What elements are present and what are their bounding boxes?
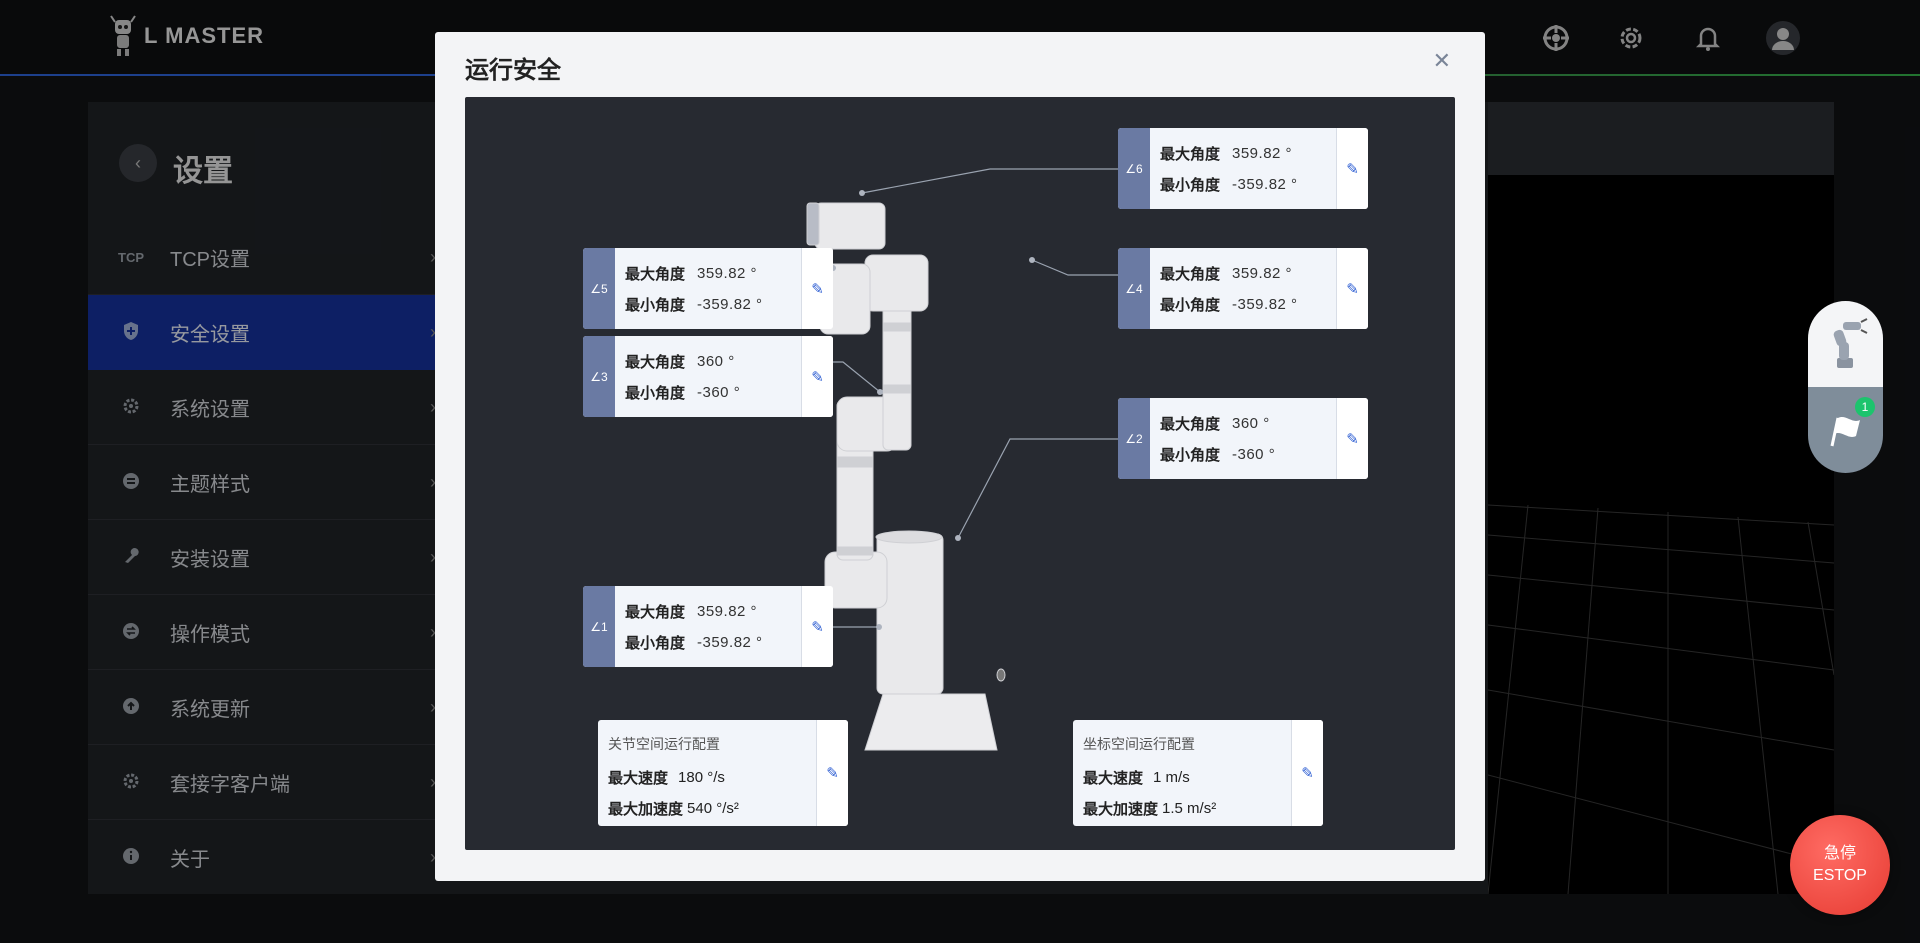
pencil-icon: ✎ [826, 765, 839, 782]
min-angle-label: 最小角度 [1160, 297, 1221, 314]
min-angle-label: 最小角度 [1160, 447, 1221, 464]
min-angle-label: 最小角度 [625, 297, 686, 314]
estop-label-cn: 急停 [1823, 845, 1856, 862]
cartesian-space-config-card: 坐标空间运行配置 最大速度 1 m/s 最大加速度 1.5 m/s² ✎ [1073, 720, 1323, 826]
pencil-icon: ✎ [811, 368, 824, 386]
max-acc-label: 最大加速度 [608, 801, 684, 818]
robot-arm [806, 202, 1006, 751]
cartesian-space-max-acc: 1.5 m/s² [1162, 800, 1217, 817]
joint-1-min: -359.82 ° [697, 634, 763, 651]
pencil-icon: ✎ [811, 618, 824, 636]
joint-space-max-speed: 180 °/s [678, 769, 725, 786]
joint-6-min: -359.82 ° [1232, 176, 1298, 193]
joint-5-card: ∠5 最大角度 359.82 ° 最小角度 -359.82 ° ✎ [583, 248, 833, 329]
pencil-icon: ✎ [1346, 430, 1359, 448]
pencil-icon: ✎ [1346, 280, 1359, 298]
joint-space-max-acc: 540 °/s² [687, 800, 739, 817]
joint-6-tag: ∠6 [1118, 128, 1150, 209]
pencil-icon: ✎ [1346, 160, 1359, 178]
robot-arm-button[interactable] [1808, 301, 1883, 387]
joint-2-edit-button[interactable]: ✎ [1336, 398, 1368, 479]
max-angle-label: 最大角度 [625, 354, 686, 371]
robot-stage: ∠6 最大角度 359.82 ° 最小角度 -359.82 ° ✎ ∠5 最大角度 3… [465, 97, 1455, 850]
joint-5-edit-button[interactable]: ✎ [801, 248, 833, 329]
joint-4-tag: ∠4 [1118, 248, 1150, 329]
max-speed-label: 最大速度 [1083, 770, 1144, 787]
joint-space-title: 关节空间运行配置 [608, 736, 720, 752]
min-angle-label: 最小角度 [625, 385, 686, 402]
joint-space-config-card: 关节空间运行配置 最大速度 180 °/s 最大加速度 540 °/s² ✎ [598, 720, 848, 826]
joint-6-max: 359.82 ° [1232, 145, 1293, 162]
joint-1-tag: ∠1 [583, 586, 615, 667]
joint-4-max: 359.82 ° [1232, 265, 1293, 282]
max-acc-label: 最大加速度 [1083, 801, 1159, 818]
max-angle-label: 最大角度 [1160, 266, 1221, 283]
estop-button[interactable]: 急停 ESTOP [1790, 815, 1890, 915]
joint-4-min: -359.82 ° [1232, 296, 1298, 313]
joint-space-edit-button[interactable]: ✎ [816, 720, 848, 826]
joint-1-edit-button[interactable]: ✎ [801, 586, 833, 667]
flag-button[interactable]: 1 [1808, 387, 1883, 473]
joint-3-card: ∠3 最大角度 360 ° 最小角度 -360 ° ✎ [583, 336, 833, 417]
floating-action-panel: 1 [1808, 301, 1883, 473]
joint-2-max: 360 ° [1232, 415, 1270, 432]
joint-3-max: 360 ° [697, 353, 735, 370]
cartesian-space-edit-button[interactable]: ✎ [1291, 720, 1323, 826]
run-safety-modal: 运行安全 ✕ ∠6 最大角度 359.82 ° 最小角度 -359.82 ° ✎… [435, 32, 1485, 881]
joint-4-edit-button[interactable]: ✎ [1336, 248, 1368, 329]
joint-3-tag: ∠3 [583, 336, 615, 417]
pencil-icon: ✎ [811, 280, 824, 298]
robot-arm-icon [1833, 318, 1867, 368]
notification-badge: 1 [1855, 397, 1875, 417]
joint-4-card: ∠4 最大角度 359.82 ° 最小角度 -359.82 ° ✎ [1118, 248, 1368, 329]
joint-5-tag: ∠5 [583, 248, 615, 329]
joint-1-card: ∠1 最大角度 359.82 ° 最小角度 -359.82 ° ✎ [583, 586, 833, 667]
joint-5-max: 359.82 ° [697, 265, 758, 282]
cartesian-space-max-speed: 1 m/s [1153, 769, 1190, 786]
joint-6-card: ∠6 最大角度 359.82 ° 最小角度 -359.82 ° ✎ [1118, 128, 1368, 209]
estop-label-en: ESTOP [1813, 867, 1867, 884]
joint-2-card: ∠2 最大角度 360 ° 最小角度 -360 ° ✎ [1118, 398, 1368, 479]
close-icon[interactable]: ✕ [1433, 48, 1451, 74]
min-angle-label: 最小角度 [1160, 177, 1221, 194]
max-speed-label: 最大速度 [608, 770, 669, 787]
max-angle-label: 最大角度 [1160, 416, 1221, 433]
flag-icon [1830, 417, 1860, 447]
joint-2-min: -360 ° [1232, 446, 1276, 463]
joint-5-min: -359.82 ° [697, 296, 763, 313]
joint-1-max: 359.82 ° [697, 603, 758, 620]
max-angle-label: 最大角度 [1160, 146, 1221, 163]
joint-3-edit-button[interactable]: ✎ [801, 336, 833, 417]
pencil-icon: ✎ [1301, 765, 1314, 782]
joint-2-tag: ∠2 [1118, 398, 1150, 479]
joint-6-edit-button[interactable]: ✎ [1336, 128, 1368, 209]
max-angle-label: 最大角度 [625, 604, 686, 621]
joint-3-min: -360 ° [697, 384, 741, 401]
max-angle-label: 最大角度 [625, 266, 686, 283]
min-angle-label: 最小角度 [625, 635, 686, 652]
modal-title: 运行安全 [465, 57, 561, 84]
cartesian-space-title: 坐标空间运行配置 [1083, 736, 1195, 752]
